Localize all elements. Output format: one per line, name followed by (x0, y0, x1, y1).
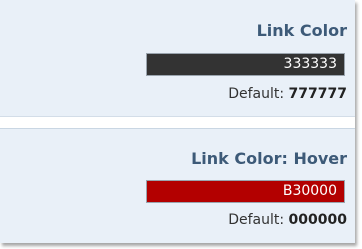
default-label: Default: (228, 212, 285, 228)
link-color-hover-default: Default: 000000 (228, 212, 347, 228)
link-color-default: Default: 777777 (228, 86, 347, 102)
link-color-hover-title: Link Color: Hover (191, 149, 347, 168)
link-color-section: Link Color 333333 Default: 777777 (0, 0, 355, 117)
default-value: 000000 (288, 212, 347, 228)
link-color-hover-input[interactable]: B30000 (146, 180, 345, 203)
link-color-title: Link Color (256, 21, 347, 40)
color-settings-panel: Link Color 333333 Default: 777777 Link C… (0, 0, 355, 243)
link-color-input[interactable]: 333333 (146, 53, 345, 76)
default-value: 777777 (288, 86, 347, 102)
default-label: Default: (228, 86, 285, 102)
link-color-hover-section: Link Color: Hover B30000 Default: 000000 (0, 128, 355, 243)
